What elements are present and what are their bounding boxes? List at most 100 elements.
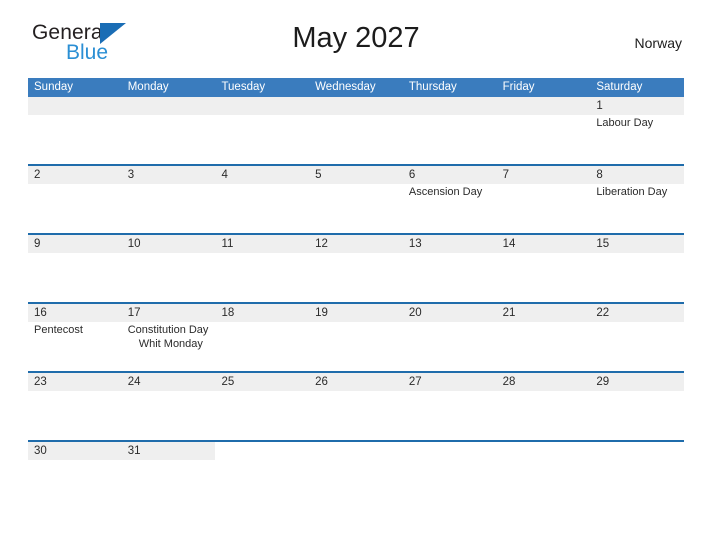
event-label: Ascension Day [408,186,483,198]
day-number: 3 [127,169,135,181]
day-number [221,442,305,460]
page-title: May 2027 [292,22,420,54]
event-label: Constitution Day [127,324,209,336]
calendar-empty-cell [590,442,684,468]
week-cells: 2 3 4 5 6 Ascension Day 7 8 Liberation Day [28,166,684,233]
day-number [34,97,118,115]
calendar-weeks: 1 Labour Day 2 3 4 5 6 Ascension Day 7 8 Liberatio… [28,97,684,468]
calendar-empty-cell [309,97,403,164]
day-number: 21 [502,307,516,319]
calendar-day-cell[interactable]: 29 [590,373,684,440]
day-of-week-sunday: Sunday [34,81,74,93]
day-number: 25 [221,376,235,388]
calendar-day-cell[interactable]: 21 [497,304,591,371]
calendar-day-cell[interactable]: 15 [590,235,684,302]
calendar-day-cell[interactable]: 31 [122,442,216,468]
day-number [315,442,399,460]
day-of-week-thursday: Thursday [408,81,457,93]
day-number [596,442,680,460]
day-number [409,442,493,460]
calendar-empty-cell [497,442,591,468]
calendar-day-cell[interactable]: 28 [497,373,591,440]
week-cells: 1 Labour Day [28,97,684,164]
calendar-day-cell[interactable]: 1 Labour Day [590,97,684,164]
day-events: Pentecost [34,322,118,338]
week-cells: 30 31 [28,442,684,468]
day-number: 13 [408,238,422,250]
calendar-day-cell[interactable]: 16 Pentecost [28,304,122,371]
event-label: Liberation Day [596,186,668,198]
calendar-day-cell[interactable]: 10 [122,235,216,302]
day-number: 20 [408,307,422,319]
day-number: 18 [221,307,235,319]
calendar-day-cell[interactable]: 7 [497,166,591,233]
day-number: 8 [596,169,603,181]
day-number: 31 [127,445,141,457]
day-number: 26 [315,376,328,388]
calendar-day-cell[interactable]: 12 [309,235,403,302]
calendar-day-cell[interactable]: 9 [28,235,122,302]
day-of-week-friday: Friday [502,81,535,93]
day-number: 29 [596,376,610,388]
day-number: 4 [221,169,228,181]
day-number: 6 [408,169,416,181]
calendar-day-cell[interactable]: 25 [215,373,309,440]
day-number: 30 [34,445,47,457]
calendar-day-cell[interactable]: 27 [403,373,497,440]
day-number [221,97,305,115]
day-number [503,97,587,115]
day-number: 23 [34,376,47,388]
calendar-day-cell[interactable]: 13 [403,235,497,302]
calendar-week-row: 1 Labour Day [28,97,684,164]
calendar-week-row: 30 31 [28,440,684,468]
day-number: 7 [502,169,509,181]
day-number: 17 [127,307,141,319]
calendar-day-cell[interactable]: 26 [309,373,403,440]
calendar-empty-cell [403,442,497,468]
calendar-day-cell[interactable]: 23 [28,373,122,440]
event-label: Pentecost [34,324,83,336]
event-label: Whit Monday [138,337,203,350]
calendar-day-cell[interactable]: 11 [215,235,309,302]
day-number: 15 [596,238,610,250]
calendar-day-cell[interactable]: 8 Liberation Day [590,166,684,233]
day-number: 11 [221,238,234,250]
event-label: Labour Day [596,117,654,129]
day-of-week-tuesday: Tuesday [221,81,266,93]
calendar-day-cell[interactable]: 6 Ascension Day [403,166,497,233]
calendar-empty-cell [403,97,497,164]
week-cells: 23 24 25 26 27 28 29 [28,373,684,440]
calendar-day-cell[interactable]: 2 [28,166,122,233]
calendar-day-cell[interactable]: 4 [215,166,309,233]
day-events: Ascension Day [409,184,493,200]
calendar-day-cell[interactable]: 30 [28,442,122,468]
day-events: Labour Day [596,115,680,131]
calendar-day-cell[interactable]: 24 [122,373,216,440]
calendar-day-cell[interactable]: 17 Constitution Day Whit Monday [122,304,216,371]
calendar-day-cell[interactable]: 20 [403,304,497,371]
calendar-week-row: 23 24 25 26 27 28 29 [28,371,684,440]
calendar-day-cell[interactable]: 18 [215,304,309,371]
calendar-day-cell[interactable]: 22 [590,304,684,371]
calendar-week-row: 9 10 11 12 13 14 15 [28,233,684,302]
day-number: 1 [596,100,603,112]
day-number: 14 [502,238,516,250]
calendar-day-cell[interactable]: 19 [309,304,403,371]
day-of-week-wednesday: Wednesday [315,81,376,93]
calendar-empty-cell [215,97,309,164]
calendar-empty-cell [309,442,403,468]
day-number: 2 [34,169,41,181]
calendar-empty-cell [215,442,309,468]
calendar-grid: Sunday Monday Tuesday Wednesday Thursday Frid… [28,78,684,468]
day-number: 27 [408,376,422,388]
day-of-week-monday: Monday [127,81,169,93]
calendar-day-cell[interactable]: 3 [122,166,216,233]
day-events: Liberation Day [596,184,680,200]
calendar-day-cell[interactable]: 5 [309,166,403,233]
calendar-empty-cell [122,97,216,164]
day-number [128,97,212,115]
day-of-week-saturday: Saturday [596,81,643,93]
day-number: 22 [596,307,610,319]
calendar-day-cell[interactable]: 14 [497,235,591,302]
day-events: Constitution Day Whit Monday [128,322,212,351]
